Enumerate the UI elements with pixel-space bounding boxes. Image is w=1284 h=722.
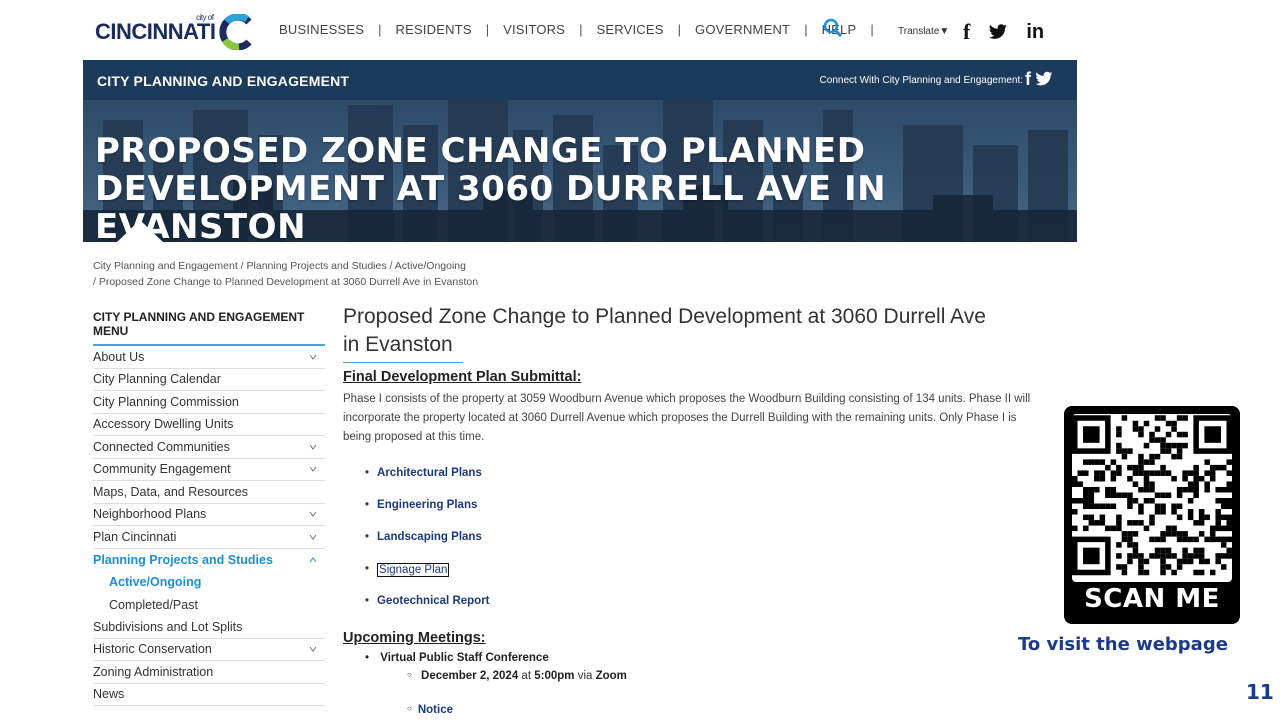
meeting-notice-link[interactable]: Notice: [407, 704, 1055, 722]
meetings-list: Virtual Public Staff Conference December…: [343, 652, 1055, 722]
sidebar-item-label: Active/Ongoing: [109, 575, 202, 590]
search-icon[interactable]: [823, 18, 843, 38]
qr-code-card: SCAN ME: [1064, 406, 1240, 624]
side-menu: CITY PLANNING AND ENGAGEMENT MENU About …: [93, 310, 325, 706]
sidebar-item-label: Planning Projects and Studies: [93, 552, 273, 567]
sidebar-item-accessory-dwelling-units[interactable]: Accessory Dwelling Units: [93, 414, 325, 436]
department-title[interactable]: CITY PLANNING AND ENGAGEMENT: [97, 73, 349, 89]
submittal-heading: Final Development Plan Submittal:: [343, 369, 582, 385]
side-menu-heading: CITY PLANNING AND ENGAGEMENT MENU: [93, 310, 325, 346]
slide-number: 11: [1246, 680, 1274, 704]
link-architectural-plans[interactable]: Architectural Plans: [365, 467, 1055, 499]
sidebar-item-label: Community Engagement: [93, 462, 231, 477]
sidebar-item-maps-data-and-resources[interactable]: Maps, Data, and Resources: [93, 481, 325, 504]
plan-links: Architectural Plans Engineering Plans La…: [343, 467, 1055, 627]
sidebar-item-city-planning-calendar[interactable]: City Planning Calendar: [93, 369, 325, 391]
department-bar: CITY PLANNING AND ENGAGEMENT Connect Wit…: [83, 60, 1077, 100]
sidebar-item-community-engagement[interactable]: Community Engagement: [93, 459, 325, 481]
sidebar-item-about-us[interactable]: About Us: [93, 346, 325, 369]
sidebar-item-label: Historic Conservation: [93, 642, 212, 657]
qr-caption: To visit the webpage: [1018, 634, 1228, 655]
nav-businesses[interactable]: BUSINESSES: [265, 22, 378, 37]
sidebar-item-plan-cincinnati[interactable]: Plan Cincinnati: [93, 526, 325, 549]
facebook-icon[interactable]: f: [963, 19, 970, 45]
meeting-datetime: December 2, 2024 at 5:00pm via Zoom: [407, 670, 1055, 704]
link-signage-plan[interactable]: Signage Plan: [365, 563, 1055, 595]
sidebar-item-label: City Planning Calendar: [93, 372, 221, 387]
twitter-icon[interactable]: [988, 24, 1008, 40]
sidebar-item-label: Subdivisions and Lot Splits: [93, 619, 243, 634]
hero-title: PROPOSED ZONE CHANGE TO PLANNED DEVELOPM…: [95, 131, 887, 242]
sidebar-item-city-planning-commission[interactable]: City Planning Commission: [93, 391, 325, 414]
facebook-icon[interactable]: f: [1025, 69, 1031, 90]
chevron-down-icon[interactable]: [309, 645, 317, 653]
linkedin-icon[interactable]: in: [1026, 21, 1044, 44]
chevron-up-icon[interactable]: [309, 556, 317, 564]
sidebar-item-label: City Planning Commission: [93, 394, 239, 409]
qr-code[interactable]: [1072, 414, 1232, 582]
sidebar-item-connected-communities[interactable]: Connected Communities: [93, 436, 325, 459]
hero-notch: [117, 220, 163, 242]
sidebar-item-zoning-administration[interactable]: Zoning Administration: [93, 661, 325, 684]
chevron-down-icon[interactable]: [309, 443, 317, 451]
sidebar-item-label: Accessory Dwelling Units: [93, 417, 234, 432]
top-navigation: CINCINNATI city of BUSINESSES | RESIDENTS…: [83, 0, 1077, 60]
logo-c-icon: [219, 14, 253, 50]
chevron-down-icon[interactable]: [309, 465, 317, 473]
sidebar-item-subdivisions-and-lot-splits[interactable]: Subdivisions and Lot Splits: [93, 616, 325, 639]
sidebar-item-completed-past[interactable]: Completed/Past: [93, 594, 325, 617]
nav-services[interactable]: SERVICES: [583, 22, 678, 37]
page-title: Proposed Zone Change to Planned Developm…: [343, 305, 986, 356]
qr-code-image: [1072, 415, 1232, 576]
sidebar-item-planning-projects-and-studies[interactable]: Planning Projects and Studies: [93, 549, 325, 572]
side-menu-list: About Us City Planning Calendar City Plann…: [93, 346, 325, 706]
sidebar-item-label: Maps, Data, and Resources: [93, 484, 248, 499]
sidebar-item-label: Connected Communities: [93, 439, 230, 454]
chevron-down-icon[interactable]: [309, 510, 317, 518]
link-engineering-plans[interactable]: Engineering Plans: [365, 499, 1055, 531]
sidebar-item-label: Completed/Past: [109, 597, 198, 612]
chevron-down-icon[interactable]: [309, 533, 317, 541]
translate-dropdown[interactable]: Translate▼: [898, 26, 949, 37]
twitter-icon[interactable]: [1035, 71, 1053, 87]
nav-government[interactable]: GOVERNMENT: [681, 22, 804, 37]
sidebar-item-historic-conservation[interactable]: Historic Conservation: [93, 639, 325, 661]
title-underline: [343, 362, 463, 363]
breadcrumb: City Planning and Engagement / Planning …: [93, 258, 478, 290]
sidebar-item-label: Neighborhood Plans: [93, 507, 207, 522]
sidebar-item-active-ongoing[interactable]: Active/Ongoing: [93, 571, 325, 594]
nav-visitors[interactable]: VISITORS: [489, 22, 579, 37]
sidebar-item-neighborhood-plans[interactable]: Neighborhood Plans: [93, 504, 325, 526]
meeting-item: Virtual Public Staff Conference December…: [365, 652, 1055, 722]
sidebar-item-label: Plan Cincinnati: [93, 529, 177, 544]
sidebar-item-label: About Us: [93, 349, 145, 364]
breadcrumb-trail[interactable]: City Planning and Engagement / Planning …: [93, 258, 478, 274]
meeting-details: December 2, 2024 at 5:00pm via Zoom Noti…: [365, 670, 1055, 722]
cincinnati-logo[interactable]: CINCINNATI city of: [95, 12, 255, 52]
sidebar-item-label: News: [93, 687, 125, 702]
logo-city-of: city of: [196, 13, 214, 22]
social-links: f in: [963, 19, 1044, 45]
link-landscaping-plans[interactable]: Landscaping Plans: [365, 531, 1055, 563]
link-geotechnical-report[interactable]: Geotechnical Report: [365, 595, 1055, 627]
qr-scan-label: SCAN ME: [1084, 584, 1220, 614]
logo-wordmark: CINCINNATI city of: [95, 13, 216, 44]
nav-residents[interactable]: RESIDENTS: [381, 22, 485, 37]
submittal-paragraph: Phase I consists of the property at 3059…: [343, 393, 1031, 443]
department-connect-label: Connect With City Planning and Engagemen…: [819, 75, 1023, 86]
sidebar-item-label: Zoning Administration: [93, 664, 214, 679]
main-nav: BUSINESSES | RESIDENTS | VISITORS | SERVICE…: [265, 22, 874, 37]
main-content: Proposed Zone Change to Planned Developm…: [343, 303, 1055, 722]
sidebar-item-news[interactable]: News: [93, 684, 325, 706]
chevron-down-icon[interactable]: [309, 353, 317, 361]
hero-banner: PROPOSED ZONE CHANGE TO PLANNED DEVELOPM…: [83, 100, 1077, 242]
department-social: f: [1025, 69, 1053, 90]
breadcrumb-current: / Proposed Zone Change to Planned Develo…: [93, 276, 479, 288]
meetings-heading: Upcoming Meetings:: [343, 630, 486, 646]
